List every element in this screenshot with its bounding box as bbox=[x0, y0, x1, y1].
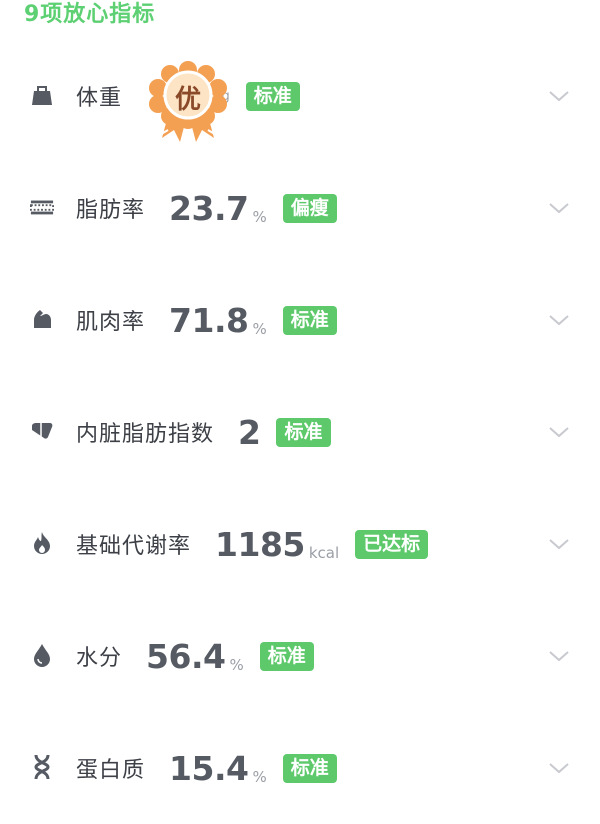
status-badge: 标准 bbox=[259, 641, 314, 671]
metric-unit: % bbox=[252, 768, 267, 786]
chevron-down-icon[interactable] bbox=[546, 307, 572, 333]
metric-row-body-fat[interactable]: 脂肪率 23.7 % 偏瘦 bbox=[0, 152, 600, 264]
chevron-down-icon[interactable] bbox=[546, 643, 572, 669]
status-badge: 标准 bbox=[282, 305, 337, 335]
status-badge: 已达标 bbox=[355, 529, 429, 559]
metric-label: 水分 bbox=[76, 646, 123, 671]
metric-value: 56.4 bbox=[146, 636, 226, 676]
metric-label: 基础代谢率 bbox=[76, 534, 192, 559]
metric-value: 71.8 bbox=[169, 300, 249, 340]
metric-unit: % bbox=[229, 656, 244, 674]
metrics-list: 体重 kg 标准 脂肪率 23.7 % 偏瘦 肌肉率 71.8 % 标准 bbox=[0, 40, 600, 824]
excellent-medal: 优 bbox=[140, 60, 236, 146]
metric-unit: kcal bbox=[308, 544, 340, 562]
metric-label: 内脏脂肪指数 bbox=[76, 422, 215, 447]
metric-label: 蛋白质 bbox=[76, 758, 146, 783]
metric-label: 肌肉率 bbox=[76, 310, 146, 335]
muscle-icon bbox=[30, 307, 54, 331]
metric-value: 15.4 bbox=[169, 748, 249, 788]
visceral-fat-icon bbox=[30, 419, 54, 443]
status-badge: 标准 bbox=[276, 417, 331, 447]
section-title: 9项放心指标 bbox=[24, 2, 156, 27]
metric-row-bmr[interactable]: 基础代谢率 1185 kcal 已达标 bbox=[0, 488, 600, 600]
metric-row-muscle[interactable]: 肌肉率 71.8 % 标准 bbox=[0, 264, 600, 376]
status-badge: 标准 bbox=[245, 81, 300, 111]
metric-label: 体重 bbox=[76, 86, 123, 111]
metric-unit: % bbox=[252, 320, 267, 338]
metric-unit: % bbox=[252, 208, 267, 226]
medal-text: 优 bbox=[174, 85, 201, 115]
metric-value: 23.7 bbox=[169, 188, 249, 228]
body-fat-icon bbox=[30, 195, 54, 219]
chevron-down-icon[interactable] bbox=[546, 531, 572, 557]
chevron-down-icon[interactable] bbox=[546, 755, 572, 781]
metric-row-water[interactable]: 水分 56.4 % 标准 bbox=[0, 600, 600, 712]
weight-icon bbox=[30, 83, 54, 107]
water-drop-icon bbox=[30, 643, 54, 667]
metric-value: 2 bbox=[238, 412, 261, 452]
status-badge: 偏瘦 bbox=[282, 193, 337, 223]
metric-row-visceral-fat[interactable]: 内脏脂肪指数 2 标准 bbox=[0, 376, 600, 488]
metric-row-protein[interactable]: 蛋白质 15.4 % 标准 bbox=[0, 712, 600, 824]
chevron-down-icon[interactable] bbox=[546, 83, 572, 109]
flame-icon bbox=[30, 531, 54, 555]
metric-value: 1185 bbox=[215, 524, 305, 564]
chevron-down-icon[interactable] bbox=[546, 195, 572, 221]
protein-dna-icon bbox=[30, 754, 54, 780]
metric-label: 脂肪率 bbox=[76, 198, 146, 223]
chevron-down-icon[interactable] bbox=[546, 419, 572, 445]
status-badge: 标准 bbox=[282, 753, 337, 783]
metric-row-weight[interactable]: 体重 kg 标准 bbox=[0, 40, 600, 152]
